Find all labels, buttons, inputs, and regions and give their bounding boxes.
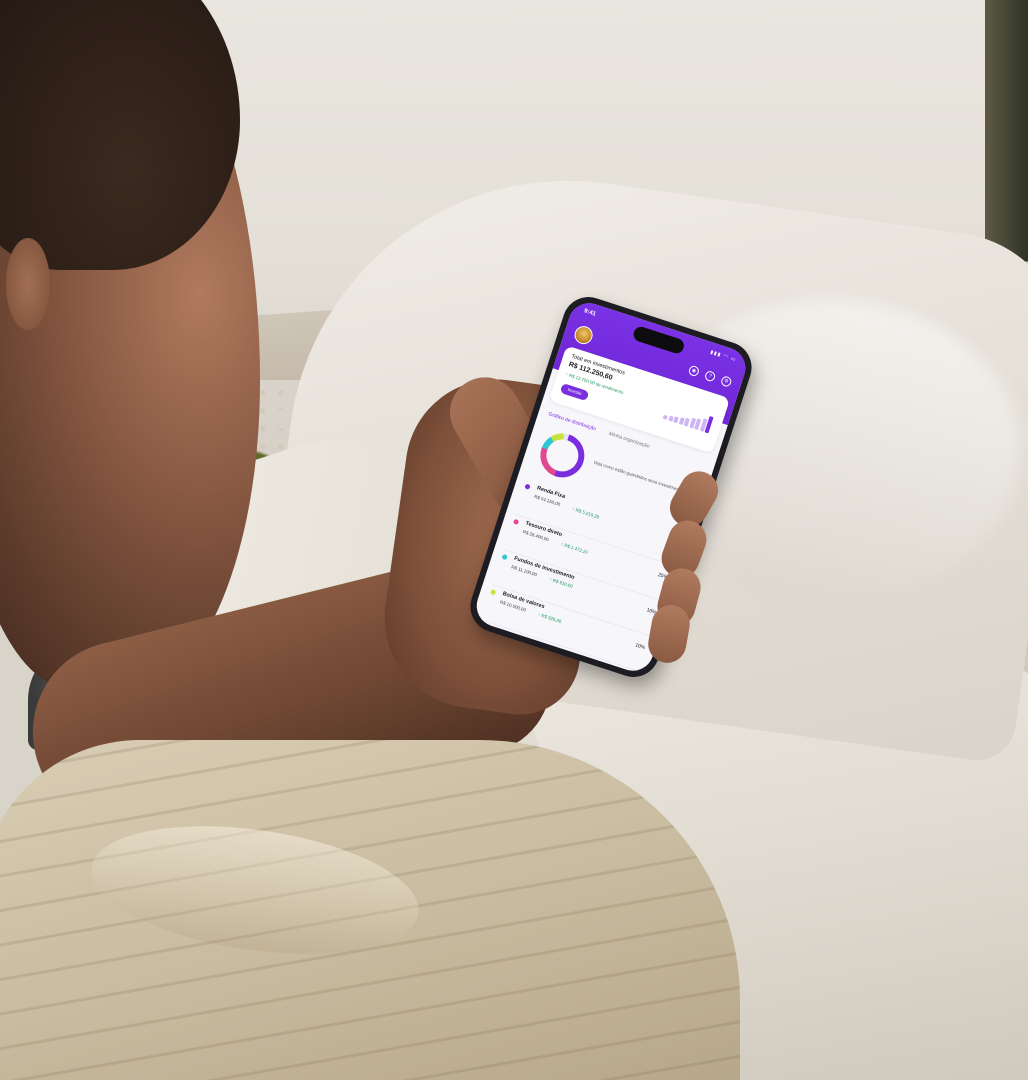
eye-icon[interactable]: ◉ — [687, 364, 701, 378]
mini-bar-chart — [662, 401, 714, 434]
allocation-gain: ↑ R$ 5.219,28 — [571, 506, 600, 520]
allocation-color-dot — [524, 483, 531, 490]
mini-bar — [673, 416, 679, 424]
invest-button[interactable]: Investir — [559, 383, 590, 402]
allocation-percent: 10% — [634, 642, 646, 652]
avatar-icon[interactable] — [572, 323, 595, 347]
person-ear — [6, 238, 50, 330]
tab-distribution-chart[interactable]: Gráfico de distribuição — [548, 411, 597, 432]
allocation-color-dot — [512, 518, 520, 526]
help-icon[interactable]: ? — [703, 369, 717, 383]
photo-scene: 9:41 ▮▮▮ ◠ ▭ ◉ ? ⚙ Total em investimento… — [0, 0, 1028, 1080]
mini-bar — [662, 414, 668, 420]
tab-my-organization[interactable]: Minha organização — [608, 431, 650, 450]
allocation-color-dot — [490, 589, 497, 596]
donut-caption: Veja como estão guardados seus investime… — [593, 459, 686, 494]
distribution-donut-chart — [534, 427, 591, 484]
status-icons: ▮▮▮ ◠ ▭ — [709, 349, 738, 364]
status-time: 9:41 — [583, 308, 597, 318]
allocation-gain: ↑ R$ 326,00 — [537, 611, 562, 625]
allocation-color-dot — [501, 553, 508, 561]
allocation-gain: ↑ R$ 1.472,10 — [560, 541, 589, 555]
settings-icon[interactable]: ⚙ — [719, 375, 733, 388]
header-icons: ◉ ? ⚙ — [687, 364, 733, 388]
